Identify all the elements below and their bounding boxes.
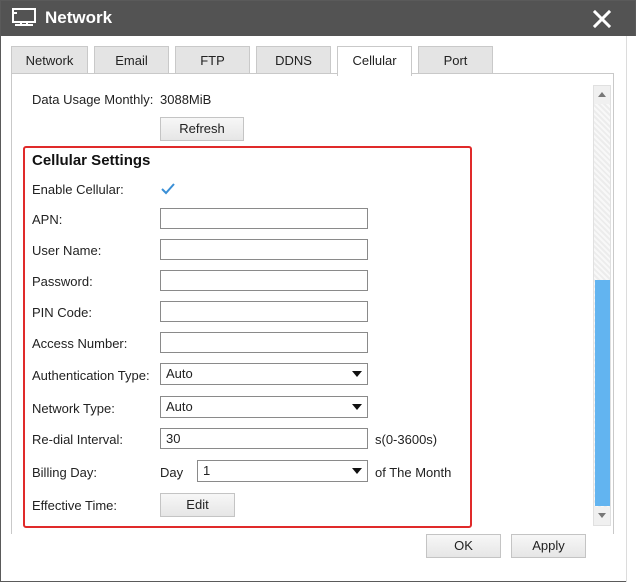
tab-network[interactable]: Network	[11, 46, 88, 74]
dropdown-arrow-icon	[352, 404, 362, 410]
billing-day-suffix: of The Month	[375, 465, 452, 480]
apn-input[interactable]	[160, 208, 368, 229]
tab-port[interactable]: Port	[418, 46, 493, 74]
auth-type-label: Authentication Type:	[32, 368, 150, 383]
window-edge	[626, 36, 636, 582]
dropdown-arrow-icon	[352, 468, 362, 474]
username-input[interactable]	[160, 239, 368, 260]
apply-button[interactable]: Apply	[511, 534, 586, 558]
dropdown-arrow-icon	[352, 371, 362, 377]
enable-cellular-checkbox[interactable]	[160, 181, 176, 197]
scroll-down-arrow-icon[interactable]	[594, 507, 610, 525]
billing-day-prefix: Day	[160, 465, 184, 480]
redial-interval-unit: s(0-3600s)	[375, 432, 438, 447]
password-label: Password:	[32, 274, 93, 289]
effective-time-label: Effective Time:	[32, 498, 118, 513]
username-label: User Name:	[32, 243, 102, 258]
network-type-label: Network Type:	[32, 401, 115, 416]
network-type-value: Auto	[166, 399, 193, 414]
data-usage-label: Data Usage Monthly:	[32, 92, 154, 107]
redial-interval-input[interactable]	[160, 428, 368, 449]
window-title: Network	[45, 8, 113, 27]
access-number-label: Access Number:	[32, 336, 128, 351]
redial-interval-label: Re-dial Interval:	[32, 432, 124, 447]
tab-ddns[interactable]: DDNS	[256, 46, 331, 74]
pin-code-input[interactable]	[160, 301, 368, 322]
close-icon[interactable]	[589, 6, 615, 32]
network-type-select[interactable]: Auto	[160, 396, 368, 418]
billing-day-label: Billing Day:	[32, 465, 98, 480]
billing-day-value: 1	[203, 463, 211, 478]
password-input[interactable]	[160, 270, 368, 291]
network-dialog: Network Network Email FTP DDNS Cellular …	[0, 0, 636, 582]
tab-ftp[interactable]: FTP	[175, 46, 250, 74]
access-number-input[interactable]	[160, 332, 368, 353]
tab-email[interactable]: Email	[94, 46, 169, 74]
title-bar: Network	[1, 1, 635, 36]
scrollbar-thumb[interactable]	[595, 280, 610, 506]
auth-type-value: Auto	[166, 366, 193, 381]
edit-button[interactable]: Edit	[160, 493, 235, 517]
data-usage-value: 3088MiB	[160, 92, 212, 107]
refresh-button[interactable]: Refresh	[160, 117, 244, 141]
ok-button[interactable]: OK	[426, 534, 501, 558]
network-monitor-icon	[12, 8, 36, 26]
scroll-up-arrow-icon[interactable]	[594, 86, 610, 104]
auth-type-select[interactable]: Auto	[160, 363, 368, 385]
pin-code-label: PIN Code:	[32, 305, 92, 320]
billing-day-select[interactable]: 1	[197, 460, 368, 482]
cellular-settings-title: Cellular Settings	[32, 152, 151, 169]
enable-cellular-label: Enable Cellular:	[32, 182, 124, 197]
tab-cellular[interactable]: Cellular	[337, 46, 412, 76]
apn-label: APN:	[32, 212, 63, 227]
vertical-scrollbar[interactable]	[593, 85, 611, 526]
